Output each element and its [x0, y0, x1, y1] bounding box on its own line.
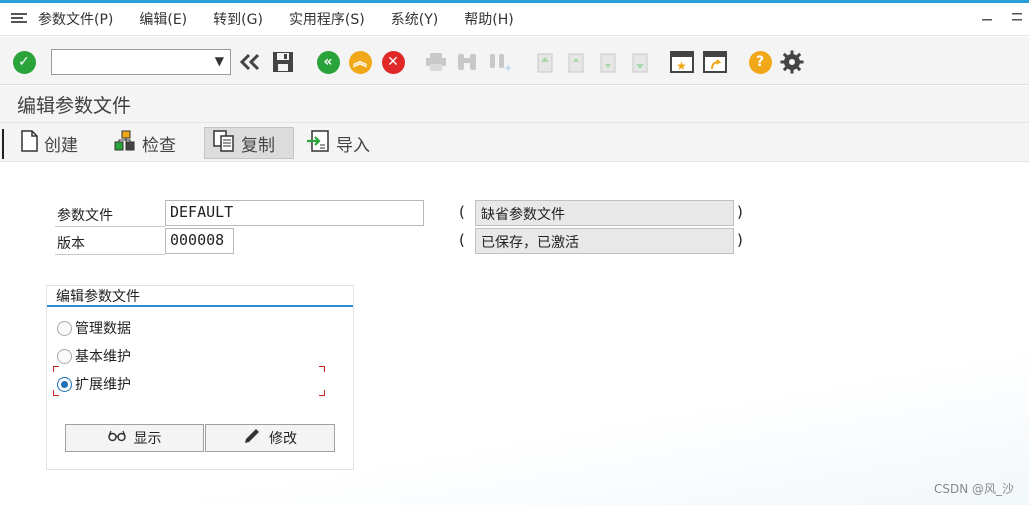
print-icon [424, 50, 448, 74]
menu-item-goto[interactable]: 转到(G) [200, 9, 276, 29]
create-button-label: 创建 [44, 135, 78, 156]
copy-button-label: 复制 [241, 135, 275, 156]
import-icon [306, 129, 330, 157]
radio-label: 扩展维护 [75, 377, 131, 393]
check-objects-icon [114, 130, 136, 157]
radio-button[interactable] [57, 348, 72, 364]
import-button[interactable]: 导入 [298, 127, 378, 159]
radio-basic-maintenance[interactable]: 基本维护 [57, 346, 131, 366]
svg-text:+: + [504, 63, 511, 72]
radio-admin-data[interactable]: 管理数据 [57, 318, 131, 338]
paren-close: ) [737, 231, 743, 249]
command-field[interactable]: ▼ [51, 49, 231, 75]
last-page-icon [628, 50, 652, 74]
profile-description: 缺省参数文件 [475, 200, 734, 226]
radio-label: 基本维护 [75, 349, 131, 365]
menu-item-edit[interactable]: 编辑(E) [126, 9, 200, 29]
change-button[interactable]: 修改 [205, 424, 335, 452]
chevron-down-icon[interactable]: ▼ [215, 54, 224, 68]
help-icon[interactable]: ? [748, 50, 772, 74]
create-button[interactable]: 创建 [12, 127, 86, 159]
focus-corner [319, 366, 325, 372]
cancel-icon[interactable]: ✕ [381, 50, 405, 74]
shortcut-icon[interactable] [703, 50, 727, 74]
paren-open: ( [459, 231, 465, 249]
standard-toolbar: ✓ ▼ « ︽ ✕ + ★ ? [0, 37, 1029, 85]
edit-profile-group: 编辑参数文件 管理数据 基本维护 扩展维护 显示 修改 [46, 285, 354, 470]
glasses-icon [107, 430, 126, 446]
save-icon[interactable] [271, 50, 295, 74]
paren-close: ) [737, 203, 743, 221]
page-title: 编辑参数文件 [0, 86, 1029, 122]
copy-button[interactable]: 复制 [204, 127, 294, 159]
menu-toggle-icon[interactable] [0, 13, 38, 25]
new-document-icon [20, 129, 38, 157]
application-toolbar: 创建 检查 复制 导入 [0, 122, 1029, 162]
focus-corner [53, 366, 59, 372]
next-page-icon [596, 50, 620, 74]
group-title: 编辑参数文件 [56, 289, 140, 305]
import-button-label: 导入 [336, 135, 370, 156]
version-field[interactable]: 000008 [165, 228, 234, 254]
find-icon [455, 50, 479, 74]
group-title-underline [47, 305, 353, 307]
menu-bar: 参数文件(P) 编辑(E) 转到(G) 实用程序(S) 系统(Y) 帮助(H) [0, 3, 1029, 36]
radio-button-selected[interactable] [57, 376, 72, 392]
new-session-icon[interactable]: ★ [670, 50, 694, 74]
exit-icon[interactable]: ︽ [348, 50, 372, 74]
focus-corner [53, 390, 59, 396]
gear-icon[interactable] [780, 50, 804, 74]
menu-item-profile[interactable]: 参数文件(P) [38, 9, 126, 29]
find-next-icon: + [488, 50, 512, 74]
back-icon[interactable]: « [316, 50, 340, 74]
minimize-icon[interactable] [981, 9, 993, 25]
display-button-label: 显示 [133, 431, 162, 447]
svg-text:★: ★ [676, 59, 687, 73]
check-button-label: 检查 [142, 135, 176, 156]
menu-item-utilities[interactable]: 实用程序(S) [276, 9, 378, 29]
menu-item-help[interactable]: 帮助(H) [451, 9, 526, 29]
version-label: 版本 [55, 232, 165, 255]
enter-checkmark-icon[interactable]: ✓ [12, 50, 36, 74]
first-page-icon [533, 50, 557, 74]
pencil-icon [243, 427, 261, 449]
copy-icon [213, 129, 235, 157]
focus-corner [319, 390, 325, 396]
previous-page-icon [564, 50, 588, 74]
double-chevron-left-icon[interactable] [238, 50, 262, 74]
menu-item-system[interactable]: 系统(Y) [378, 9, 451, 29]
change-button-label: 修改 [269, 431, 297, 447]
profile-label: 参数文件 [55, 204, 165, 227]
restore-icon[interactable] [1011, 9, 1023, 25]
radio-extended-maintenance[interactable]: 扩展维护 [57, 374, 131, 394]
watermark: CSDN @风_沙 [933, 482, 1014, 496]
check-button[interactable]: 检查 [106, 127, 184, 159]
display-button[interactable]: 显示 [65, 424, 204, 452]
version-description: 已保存，已激活 [475, 228, 734, 254]
toolbar-divider [2, 129, 4, 159]
profile-field[interactable]: DEFAULT [165, 200, 424, 226]
radio-button[interactable] [57, 320, 72, 336]
paren-open: ( [459, 203, 465, 221]
radio-label: 管理数据 [75, 321, 131, 337]
